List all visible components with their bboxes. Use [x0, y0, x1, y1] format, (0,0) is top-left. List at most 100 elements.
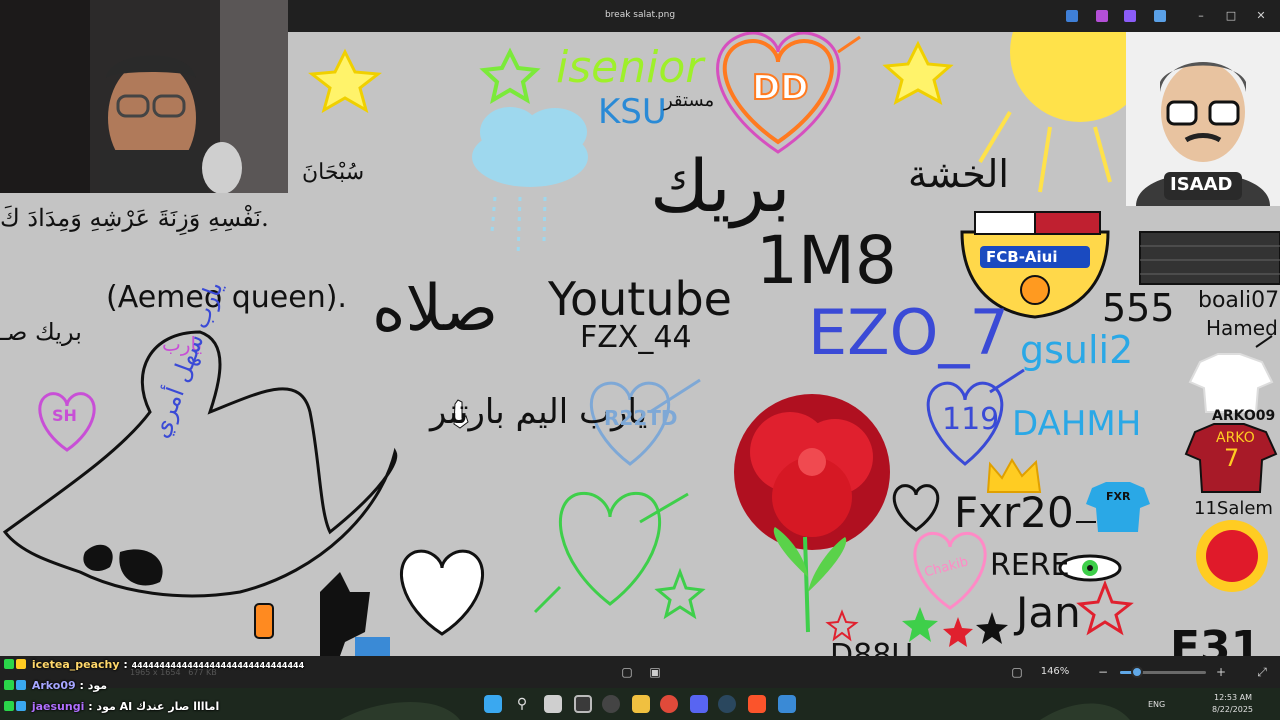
search-icon[interactable]: ⚲ [513, 695, 531, 713]
black-heart-f [892, 484, 940, 532]
zoom-out-icon[interactable]: − [1096, 665, 1110, 679]
fullscreen-icon[interactable]: ⤢ [1255, 665, 1269, 679]
chat-message: Arko09 : مود [4, 679, 107, 695]
blue-block-bottom [355, 637, 390, 656]
badge-icon [16, 659, 26, 669]
arrow-green [639, 492, 689, 524]
arrow-red-top [837, 35, 861, 54]
avatar-overlay: ISAAD [1126, 32, 1280, 206]
zoom-slider-thumb[interactable] [1131, 666, 1144, 678]
zoom-slider[interactable] [1120, 666, 1206, 678]
window-title: break salat.png [604, 10, 676, 20]
arrow-green-bottom [533, 585, 562, 614]
text-ksu: KSU [598, 92, 667, 132]
badge-icon [16, 680, 26, 690]
red-badge [1196, 520, 1268, 592]
black-scribble-shape [2, 330, 398, 598]
text-aemeo-queen: (Aemeo queen). [106, 280, 347, 315]
green-heart [558, 491, 662, 606]
arabic-tasbih-top: سُبْحَانَ [302, 160, 365, 185]
text-youtube: Youtube [548, 272, 732, 326]
orange-sticker [254, 603, 274, 639]
file-explorer-icon[interactable] [632, 695, 650, 713]
text-shirt-7: 7 [1224, 444, 1240, 472]
actual-size-icon[interactable]: ▣ [648, 665, 662, 679]
text-arko009: ARKO09 [1212, 408, 1276, 424]
rain-cloud [472, 107, 588, 258]
language-indicator[interactable]: ENG [1148, 700, 1165, 709]
small-star-red3 [943, 617, 973, 647]
text-fxr20: Fxr20 [954, 488, 1074, 537]
red-flower [734, 394, 890, 633]
text-break-left: بريك صـ [0, 318, 82, 346]
text-boali: boali07 [1198, 288, 1280, 313]
text-mustaqir: مستقر [664, 90, 715, 111]
obs-icon[interactable] [602, 695, 620, 713]
photos-icon[interactable] [778, 695, 796, 713]
green-star-top [479, 47, 541, 105]
fit-screen-icon[interactable]: ▢ [620, 665, 634, 679]
arrow-blue-119 [989, 368, 1025, 394]
chat-text: مود [87, 679, 108, 692]
task-view-icon[interactable] [544, 695, 562, 713]
text-bottom-right: F31 [1170, 622, 1262, 656]
zoom-in-icon[interactable]: + [1214, 665, 1228, 679]
small-star-green2 [902, 607, 938, 642]
text-sh: SH [52, 406, 77, 425]
chat-username: icetea_peachy [31, 658, 120, 671]
text-555: 555 [1102, 286, 1175, 330]
chat-message: icetea_peachy : 444444444444444444444444… [4, 658, 304, 674]
clock-time[interactable]: 12:53 AM [1214, 693, 1252, 702]
streamer-photo [0, 0, 288, 193]
text-jan: Jan [1016, 588, 1081, 637]
cloud-off-icon[interactable] [1154, 10, 1166, 22]
text-khashna: الخشة [908, 152, 1009, 196]
steam-icon[interactable] [718, 695, 736, 713]
copilot-icon[interactable] [1096, 10, 1108, 22]
close-button[interactable]: ✕ [1252, 7, 1270, 25]
yellow-star-right [882, 40, 954, 106]
zoom-level[interactable]: 146% [1035, 666, 1075, 677]
small-star-green [654, 567, 706, 620]
badge-icon [4, 701, 14, 711]
chat-overlay: icetea_peachy : 444444444444444444444444… [0, 656, 330, 720]
badge-icon [4, 659, 14, 669]
chat-message: jaesungi : مود AI اماااا صار عندك [4, 700, 219, 716]
black-scribble-blob [83, 544, 113, 572]
black-heart-hand [400, 549, 484, 636]
app-icon-1[interactable] [574, 695, 592, 713]
designer-icon[interactable] [1124, 10, 1136, 22]
text-119: 119 [942, 402, 1000, 437]
small-star-red2 [1076, 579, 1134, 636]
minimize-button[interactable]: – [1192, 7, 1210, 25]
clock-date[interactable]: 8/22/2025 [1212, 705, 1253, 714]
chat-text: 4444444444444444444444444444444 [131, 661, 305, 670]
chat-username: jaesungi [31, 700, 85, 713]
yellow-star-left [308, 48, 382, 114]
start-icon[interactable] [484, 695, 502, 713]
webcam-overlay [0, 0, 288, 193]
brave-icon[interactable] [748, 695, 766, 713]
white-jersey [1188, 353, 1274, 413]
fit-window-icon[interactable]: ▢ [1010, 665, 1024, 679]
text-salem: 11Salem [1194, 498, 1273, 519]
maximize-button[interactable]: □ [1222, 7, 1240, 25]
chrome-icon[interactable] [660, 695, 678, 713]
keyboard-drawing [1139, 231, 1280, 285]
discord-icon[interactable] [690, 695, 708, 713]
text-dahmh: DAHMH [1012, 404, 1142, 444]
badge-icon [4, 680, 14, 690]
screen: break salat.png – □ ✕ سُبْحَانَ نَفْسِهِ… [0, 0, 1280, 720]
text-dd: DD [751, 67, 809, 109]
text-bottom-partial: D88U [830, 638, 914, 656]
text-isenior: isenior [556, 42, 704, 93]
text-gsuli2: gsuli2 [1020, 328, 1134, 372]
text-r22td: R22TD [604, 406, 678, 430]
avatar-name: ISAAD [1170, 174, 1233, 195]
text-1m8: 1M8 [756, 222, 897, 299]
text-fcb: FCB-Aiui [986, 248, 1058, 266]
small-star-red [825, 609, 859, 642]
edit-image-icon[interactable] [1066, 10, 1078, 22]
chat-username: Arko09 [31, 679, 76, 692]
text-rere: RERE [990, 548, 1070, 583]
